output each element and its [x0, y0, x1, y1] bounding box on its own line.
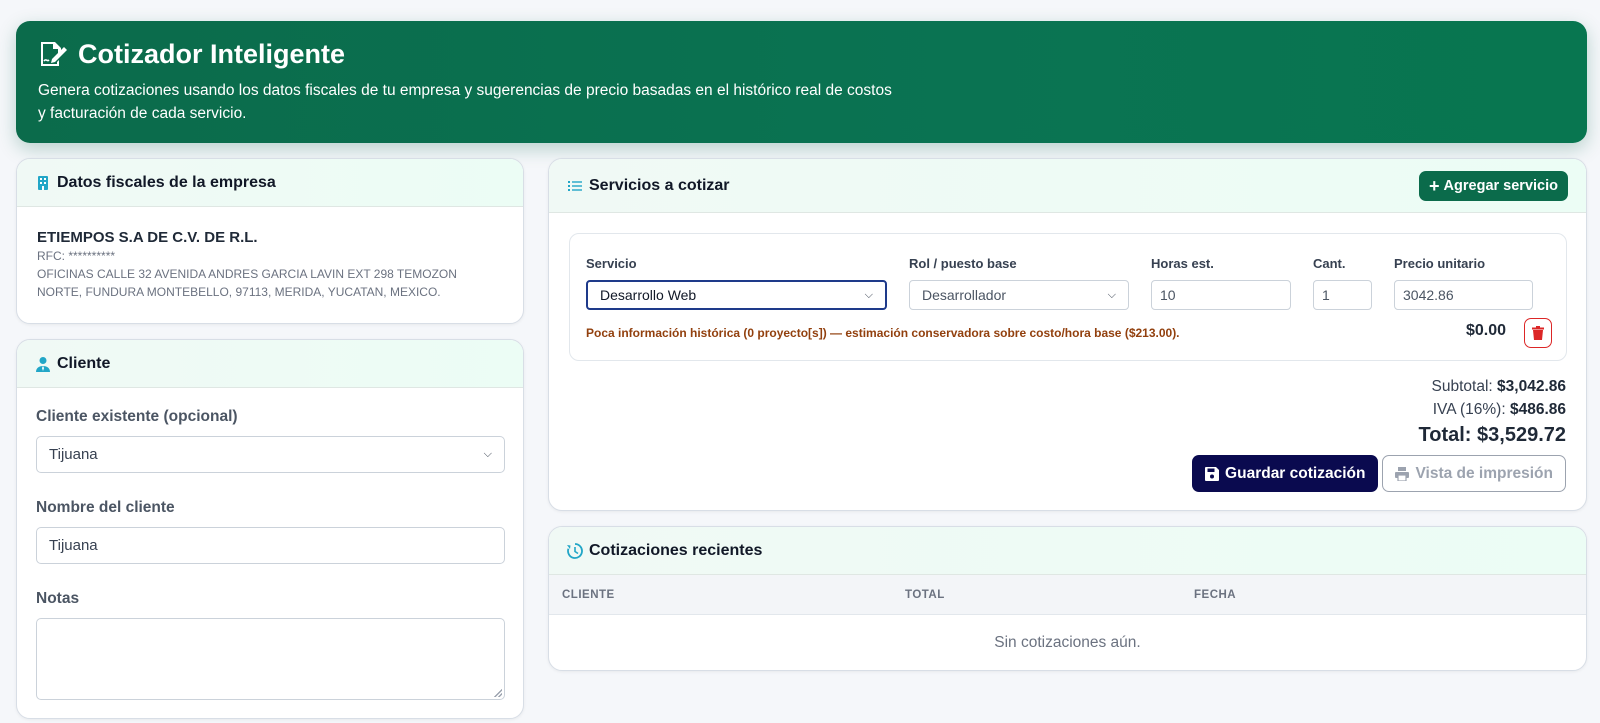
notes-label: Notas — [36, 590, 80, 607]
unit-price-input[interactable]: 3042.86 — [1394, 280, 1533, 310]
totals-block: Subtotal: $3,042.86 IVA (16%): $486.86 T… — [1419, 375, 1567, 449]
client-card-title: Cliente — [57, 354, 111, 372]
chevron-down-icon: ⌵ — [1107, 288, 1116, 301]
file-signature-icon — [41, 42, 67, 66]
col-horas: Horas est. — [1151, 256, 1214, 271]
quantity-input[interactable]: 1 — [1313, 280, 1372, 310]
existing-client-select[interactable]: Tijuana ⌵ — [36, 436, 505, 473]
total-value: $3,529.72 — [1477, 424, 1566, 446]
chevron-down-icon: ⌵ — [864, 288, 873, 301]
col-fecha: FECHA — [1194, 589, 1237, 601]
col-rol: Rol / puesto base — [909, 256, 1017, 271]
page-subtitle: Genera cotizaciones usando los datos fis… — [38, 82, 892, 122]
client-name-label: Nombre del cliente — [36, 499, 175, 516]
print-preview-label: Vista de impresión — [1415, 464, 1553, 482]
hours-value: 10 — [1160, 287, 1176, 303]
recent-quotes-header: Cotizaciones recientes — [549, 527, 1586, 575]
unit-price-value: 3042.86 — [1403, 287, 1454, 303]
print-preview-button[interactable]: Vista de impresión — [1382, 455, 1566, 492]
history-warning: Poca información histórica (0 proyecto[s… — [586, 326, 1180, 340]
client-name-input[interactable]: Tijuana — [36, 527, 505, 564]
col-total: TOTAL — [905, 589, 945, 601]
list-icon — [568, 180, 582, 191]
role-select-value: Desarrollador — [922, 287, 1007, 303]
plus-icon: + — [1429, 175, 1440, 196]
col-precio: Precio unitario — [1394, 256, 1486, 271]
floppy-disk-icon — [1205, 466, 1220, 481]
fiscal-card: Datos fiscales de la empresa ETIEMPOS S.… — [16, 158, 524, 324]
add-service-button[interactable]: + Agregar servicio — [1419, 170, 1568, 201]
total-row: Total: $3,529.72 — [1419, 421, 1567, 449]
company-name: ETIEMPOS S.A DE C.V. DE R.L. — [37, 229, 258, 246]
services-card-header: Servicios a cotizar + Agregar servicio — [549, 159, 1586, 213]
service-row: Servicio Rol / puesto base Horas est. Ca… — [569, 233, 1567, 361]
client-card-header: Cliente — [17, 340, 523, 388]
quantity-value: 1 — [1322, 287, 1330, 303]
fiscal-card-title: Datos fiscales de la empresa — [57, 173, 276, 191]
page-header: Cotizador Inteligente Genera cotizacione… — [16, 21, 1587, 143]
title-text: Cotizador Inteligente — [78, 38, 346, 69]
recent-quotes-title: Cotizaciones recientes — [589, 541, 763, 559]
add-service-label: Agregar servicio — [1443, 177, 1558, 194]
subtotal-label: Subtotal: — [1431, 378, 1493, 395]
save-quote-label: Guardar cotización — [1225, 464, 1366, 482]
printer-icon — [1395, 466, 1410, 481]
iva-row: IVA (16%): $486.86 — [1419, 398, 1566, 421]
fiscal-card-header: Datos fiscales de la empresa — [17, 159, 523, 207]
col-cliente: CLIENTE — [562, 589, 615, 601]
subtotal-value: $3,042.86 — [1497, 378, 1566, 395]
delete-service-button[interactable] — [1524, 318, 1552, 348]
services-card-title: Servicios a cotizar — [589, 176, 730, 194]
existing-client-label: Cliente existente (opcional) — [36, 408, 238, 425]
notes-textarea[interactable] — [36, 618, 505, 700]
page-title: Cotizador Inteligente — [38, 37, 1565, 71]
col-servicio: Servicio — [586, 256, 637, 271]
trash-icon — [1532, 326, 1544, 340]
building-icon — [38, 175, 48, 190]
chevron-down-icon: ⌵ — [483, 448, 492, 460]
company-address: OFICINAS CALLE 32 AVENIDA ANDRES GARCIA … — [37, 267, 457, 299]
service-select[interactable]: Desarrollo Web ⌵ — [586, 280, 887, 310]
save-quote-button[interactable]: Guardar cotización — [1192, 455, 1379, 492]
existing-client-value: Tijuana — [49, 446, 98, 463]
empty-state: Sin cotizaciones aún. — [994, 634, 1141, 651]
iva-value: $486.86 — [1509, 401, 1566, 418]
client-card: Cliente Cliente existente (opcional) Tij… — [16, 339, 524, 719]
resize-grip-icon[interactable] — [494, 689, 502, 697]
quote-actions: Guardar cotización Vista de impresión — [1192, 455, 1566, 492]
hours-input[interactable]: 10 — [1151, 280, 1291, 310]
services-card: Servicios a cotizar + Agregar servicio S… — [548, 158, 1587, 511]
client-name-value: Tijuana — [49, 537, 98, 554]
subtotal-row: Subtotal: $3,042.86 — [1419, 375, 1566, 398]
company-rfc: RFC: ********** — [37, 249, 116, 263]
user-tie-icon — [36, 356, 50, 372]
iva-label: IVA (16%): — [1432, 401, 1506, 418]
service-select-value: Desarrollo Web — [600, 287, 697, 303]
recent-quotes-table-header: CLIENTE TOTAL FECHA — [549, 575, 1586, 615]
role-select[interactable]: Desarrollador ⌵ — [909, 280, 1129, 310]
history-icon — [567, 542, 583, 559]
total-label: Total: — [1418, 424, 1472, 446]
line-total: $0.00 — [1466, 322, 1507, 339]
recent-quotes-card: Cotizaciones recientes CLIENTE TOTAL FEC… — [548, 526, 1587, 671]
col-cant: Cant. — [1313, 256, 1346, 271]
